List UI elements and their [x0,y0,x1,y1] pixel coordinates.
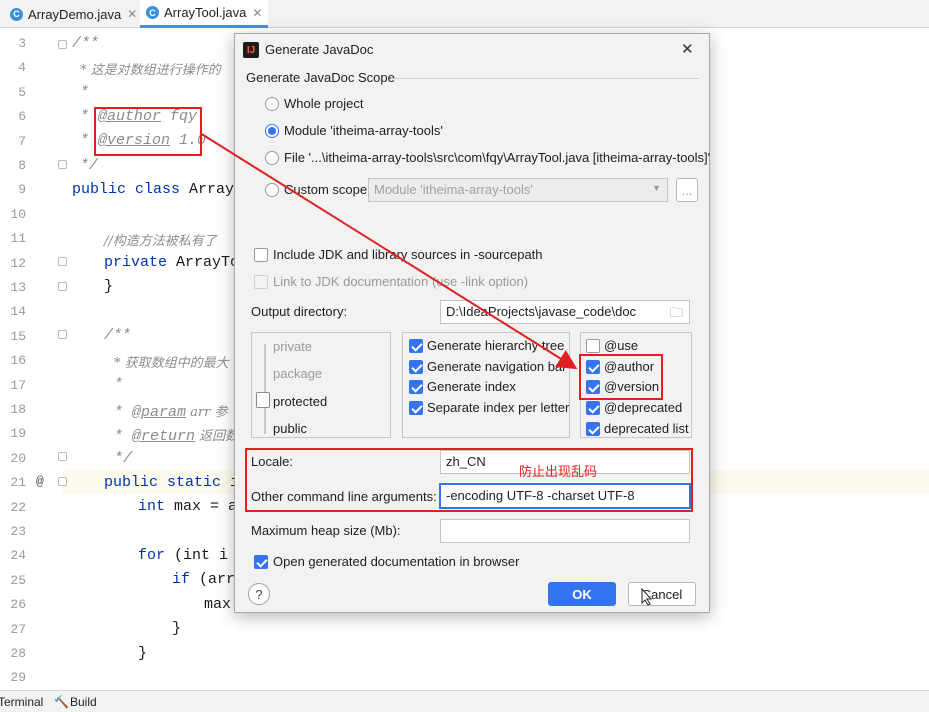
mouse-cursor-icon [641,588,653,606]
annotation-arrow [199,132,578,370]
